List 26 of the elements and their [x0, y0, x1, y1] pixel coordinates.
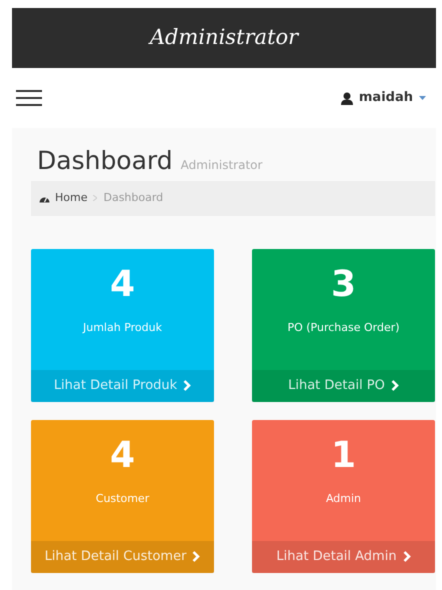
- stat-label: PO (Purchase Order): [286, 320, 401, 336]
- app-title: Administrator: [150, 24, 298, 52]
- detail-link[interactable]: Lihat Detail Produk: [31, 370, 214, 402]
- detail-link[interactable]: Lihat Detail PO: [252, 370, 435, 402]
- chevron-right-icon: [192, 551, 200, 562]
- stat-label: Customer: [94, 491, 150, 508]
- breadcrumb-current: Dashboard: [103, 190, 164, 206]
- page-title: Dashboard: [37, 146, 173, 176]
- user-menu[interactable]: maidah: [340, 88, 426, 108]
- home-link[interactable]: Home: [39, 190, 88, 206]
- stat-label: Jumlah Produk: [82, 320, 163, 336]
- chevron-right-icon: [183, 380, 192, 391]
- chevron-right-icon: [390, 380, 399, 391]
- detail-link[interactable]: Lihat Detail Admin: [252, 540, 435, 572]
- page-subtitle: Administrator: [180, 157, 262, 174]
- stat-count: 1: [330, 436, 358, 476]
- caret-icon: [419, 96, 426, 100]
- stat-label: Admin: [324, 491, 362, 508]
- user-icon: [340, 92, 353, 104]
- stat-count: 3: [330, 264, 358, 304]
- separator-icon: [93, 195, 98, 202]
- detail-link[interactable]: Lihat Detail Customer: [31, 540, 214, 572]
- stat-count: 4: [108, 436, 136, 476]
- stat-count: 4: [108, 264, 136, 304]
- chevron-right-icon: [402, 551, 411, 562]
- menu-icon[interactable]: [16, 90, 42, 106]
